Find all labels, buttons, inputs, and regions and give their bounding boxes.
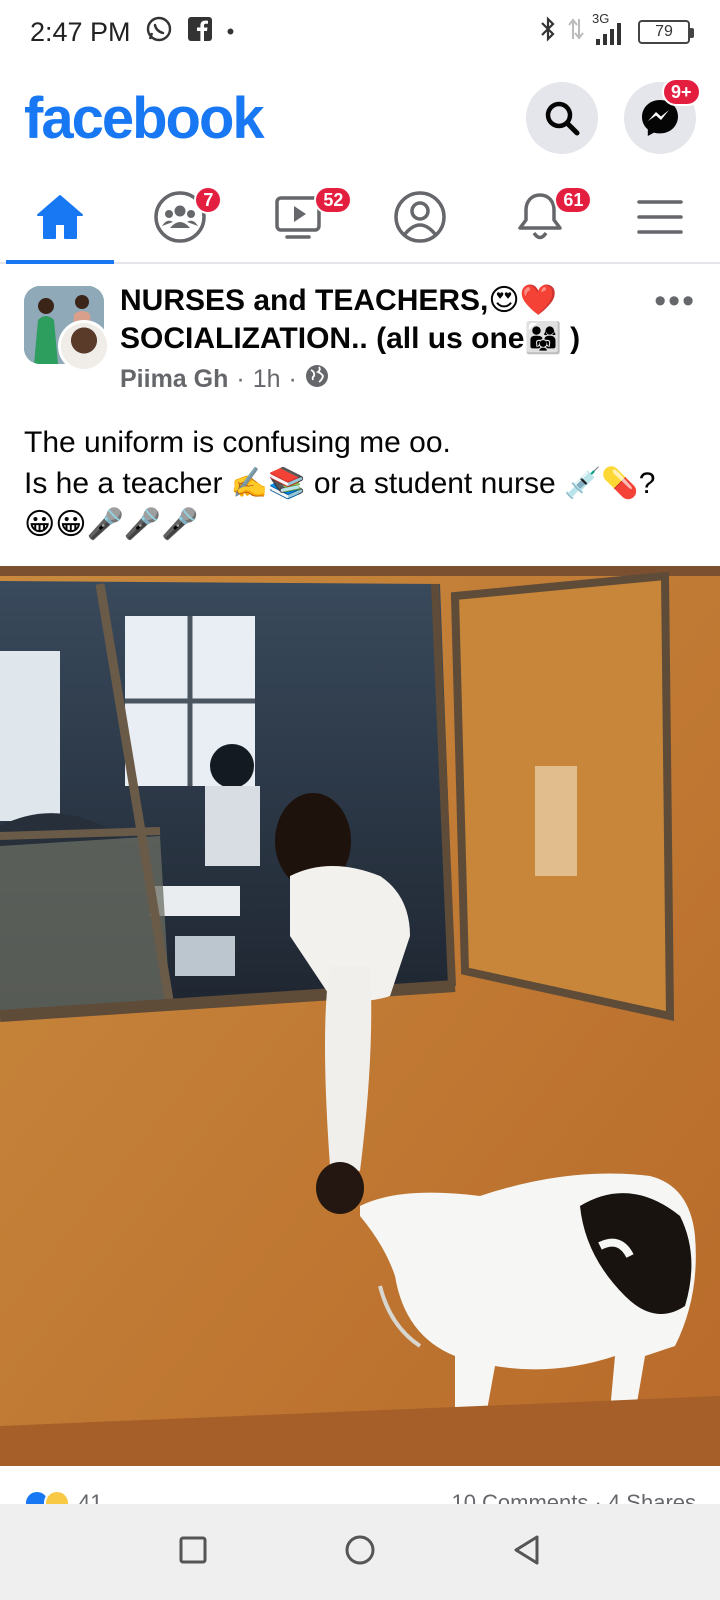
- author-name[interactable]: Piima Gh: [120, 365, 228, 394]
- comments-shares[interactable]: 10 Comments · 4 Shares: [451, 1490, 696, 1504]
- reactions-count[interactable]: 41: [78, 1490, 102, 1504]
- post-options-icon[interactable]: •••: [654, 282, 696, 321]
- notifications-badge: 61: [554, 186, 593, 214]
- classroom-goat-image: [0, 566, 720, 1466]
- hamburger-menu-icon: [637, 200, 683, 234]
- status-time: 2:47 PM: [30, 16, 131, 47]
- app-header: facebook 9+: [0, 70, 720, 166]
- battery-icon: 79: [638, 20, 694, 44]
- post-body: The uniform is confusing me oo. Is he a …: [24, 422, 696, 545]
- messenger-badge: 9+: [662, 78, 701, 106]
- post-text-line1: The uniform is confusing me oo.: [24, 426, 451, 459]
- meta-separator: ·: [288, 365, 297, 393]
- tab-menu[interactable]: [600, 172, 720, 262]
- bluetooth-icon: [538, 15, 558, 50]
- tab-groups[interactable]: 7: [120, 172, 240, 262]
- group-name-line1: NURSES and TEACHERS,😍❤️: [120, 284, 558, 317]
- tab-notifications[interactable]: 61: [480, 172, 600, 262]
- whatsapp-icon: [145, 15, 173, 50]
- circle-icon: [345, 1535, 375, 1564]
- back-button[interactable]: [512, 1534, 542, 1571]
- triangle-back-icon: [514, 1535, 539, 1564]
- status-bar: 2:47 PM • 3G 79: [0, 0, 720, 64]
- post-header: NURSES and TEACHERS,😍❤️ SOCIALIZATION.. …: [24, 282, 696, 402]
- system-nav-bar: [0, 1504, 720, 1600]
- recents-button[interactable]: [178, 1535, 208, 1570]
- data-arrows-icon: [568, 15, 584, 50]
- watch-badge: 52: [314, 186, 353, 214]
- home-nav-button[interactable]: [344, 1534, 376, 1571]
- tab-profile[interactable]: [360, 172, 480, 262]
- signal-icon: 3G: [592, 11, 628, 47]
- post-text-line3: 😀😀🎤🎤🎤: [24, 508, 199, 541]
- search-button[interactable]: [526, 82, 598, 154]
- battery-level: 79: [655, 23, 673, 40]
- post-photo[interactable]: [0, 566, 720, 1466]
- post-text-line2: Is he a teacher ✍️📚 or a student nurse 💉…: [24, 467, 656, 500]
- messenger-button[interactable]: 9+: [624, 78, 701, 154]
- meta-separator: ·: [236, 365, 245, 393]
- status-dot-icon: •: [226, 19, 235, 44]
- haha-reaction-icon: [44, 1490, 70, 1504]
- groups-badge: 7: [194, 186, 223, 214]
- group-avatar[interactable]: [24, 286, 110, 372]
- post-meta: Piima Gh · 1h ·: [120, 364, 329, 395]
- profile-icon: [394, 191, 446, 243]
- tab-home[interactable]: [0, 172, 120, 264]
- facebook-logo[interactable]: facebook: [24, 85, 265, 152]
- main-nav: 7 52 61: [0, 172, 720, 264]
- search-icon: [545, 101, 580, 136]
- reactions-bar: 41 10 Comments · 4 Shares: [0, 1476, 720, 1504]
- facebook-notify-icon: [187, 16, 213, 49]
- globe-icon: [305, 364, 329, 395]
- tab-watch[interactable]: 52: [240, 172, 360, 262]
- group-name-line2: SOCIALIZATION.. (all us one👨‍👩‍👧 ): [120, 322, 581, 355]
- post-time[interactable]: 1h: [253, 365, 281, 394]
- home-icon: [37, 195, 83, 239]
- square-icon: [179, 1536, 207, 1563]
- author-avatar[interactable]: [58, 320, 110, 372]
- group-name[interactable]: NURSES and TEACHERS,😍❤️ SOCIALIZATION.. …: [120, 282, 620, 358]
